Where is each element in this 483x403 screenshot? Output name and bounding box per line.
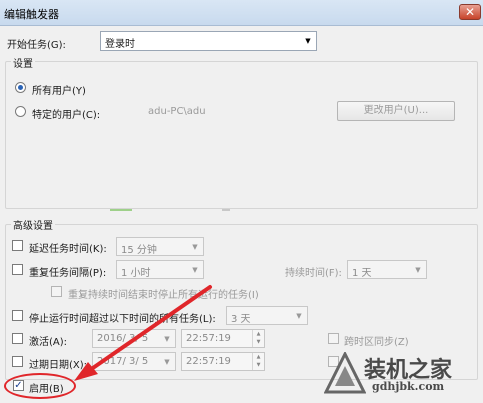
change-user-button[interactable]: 更改用户(U)... bbox=[337, 101, 455, 121]
chevron-down-icon: ▼ bbox=[192, 265, 198, 274]
stop-longer-checkbox[interactable] bbox=[12, 310, 23, 321]
scroll-remnant bbox=[222, 209, 230, 211]
expire-date-picker[interactable]: 2017/ 3/ 5 ▼ bbox=[92, 352, 176, 371]
activate-date-picker[interactable]: 2016/ 3/ 5 ▼ bbox=[92, 329, 176, 348]
expire-label[interactable]: 过期日期(X): bbox=[29, 356, 87, 371]
begin-task-value: 登录时 bbox=[105, 39, 135, 50]
delay-value: 15 分钟 bbox=[121, 245, 157, 256]
close-icon: ✕ bbox=[464, 5, 476, 19]
window-title: 编辑触发器 bbox=[4, 8, 59, 21]
watermark-site: gdhjbk.com bbox=[372, 380, 445, 393]
chevron-down-icon: ▼ bbox=[164, 357, 170, 366]
repeat-dropdown[interactable]: 1 小时 ▼ bbox=[116, 260, 204, 279]
settings-title: 设置 bbox=[11, 55, 35, 70]
chevron-down-icon: ▼ bbox=[415, 265, 421, 274]
sync-tz-label: 跨时区同步(Z) bbox=[344, 337, 409, 348]
stop-longer-dropdown[interactable]: 3 天 ▼ bbox=[226, 306, 308, 325]
specific-user-radio[interactable] bbox=[15, 106, 26, 117]
repeat-label[interactable]: 重复任务间隔(P): bbox=[29, 264, 106, 279]
chevron-down-icon: ▼ bbox=[192, 242, 198, 251]
close-button[interactable]: ✕ bbox=[459, 4, 481, 20]
activate-time: 22:57:19 bbox=[186, 333, 231, 344]
specific-user-label[interactable]: 特定的用户(C): bbox=[32, 106, 100, 121]
activate-label[interactable]: 激活(A): bbox=[29, 333, 67, 348]
user-value: adu-PC\adu bbox=[148, 106, 206, 117]
repeat-checkbox[interactable] bbox=[12, 264, 23, 275]
activate-time-spinner[interactable]: 22:57:19 ▲ ▼ bbox=[181, 329, 265, 348]
stop-longer-value: 3 天 bbox=[231, 314, 251, 325]
stop-longer-label[interactable]: 停止运行时间超过以下时间的所有任务(L): bbox=[29, 310, 216, 325]
activate-checkbox[interactable] bbox=[12, 333, 23, 344]
stop-repeat-checkbox[interactable] bbox=[51, 286, 62, 297]
annotation-ellipse bbox=[4, 373, 76, 399]
activate-date: 2016/ 3/ 5 bbox=[97, 333, 149, 344]
all-users-label[interactable]: 所有用户(Y) bbox=[32, 82, 86, 97]
chevron-down-icon: ▼ bbox=[164, 334, 170, 343]
duration-label: 持续时间(F): bbox=[285, 268, 342, 279]
expire-date: 2017/ 3/ 5 bbox=[97, 356, 149, 367]
begin-task-label: 开始任务(G): bbox=[7, 40, 66, 51]
spinner-arrows-icon: ▲ ▼ bbox=[252, 353, 264, 370]
expire-checkbox[interactable] bbox=[12, 356, 23, 367]
duration-dropdown[interactable]: 1 天 ▼ bbox=[347, 260, 427, 279]
chevron-down-icon: ▼ bbox=[296, 311, 302, 320]
chevron-down-icon: ▼ bbox=[305, 37, 311, 45]
delay-checkbox[interactable] bbox=[12, 240, 23, 251]
sync-tz-checkbox[interactable] bbox=[328, 333, 339, 344]
title-bar bbox=[0, 0, 483, 26]
advanced-title: 高级设置 bbox=[11, 217, 55, 232]
begin-task-dropdown[interactable]: 登录时 ▼ bbox=[100, 31, 317, 51]
delay-dropdown[interactable]: 15 分钟 ▼ bbox=[116, 237, 204, 256]
duration-value: 1 天 bbox=[352, 268, 372, 279]
stop-repeat-label: 重复持续时间结束时停止所有运行的任务(I) bbox=[68, 290, 259, 301]
scroll-remnant bbox=[110, 209, 132, 211]
delay-label[interactable]: 延迟任务时间(K): bbox=[29, 240, 107, 255]
watermark-logo-icon bbox=[324, 352, 366, 394]
spinner-arrows-icon: ▲ ▼ bbox=[252, 330, 264, 347]
expire-time-spinner[interactable]: 22:57:19 ▲ ▼ bbox=[181, 352, 265, 371]
repeat-value: 1 小时 bbox=[121, 268, 151, 279]
all-users-radio[interactable] bbox=[15, 82, 26, 93]
expire-time: 22:57:19 bbox=[186, 356, 231, 367]
